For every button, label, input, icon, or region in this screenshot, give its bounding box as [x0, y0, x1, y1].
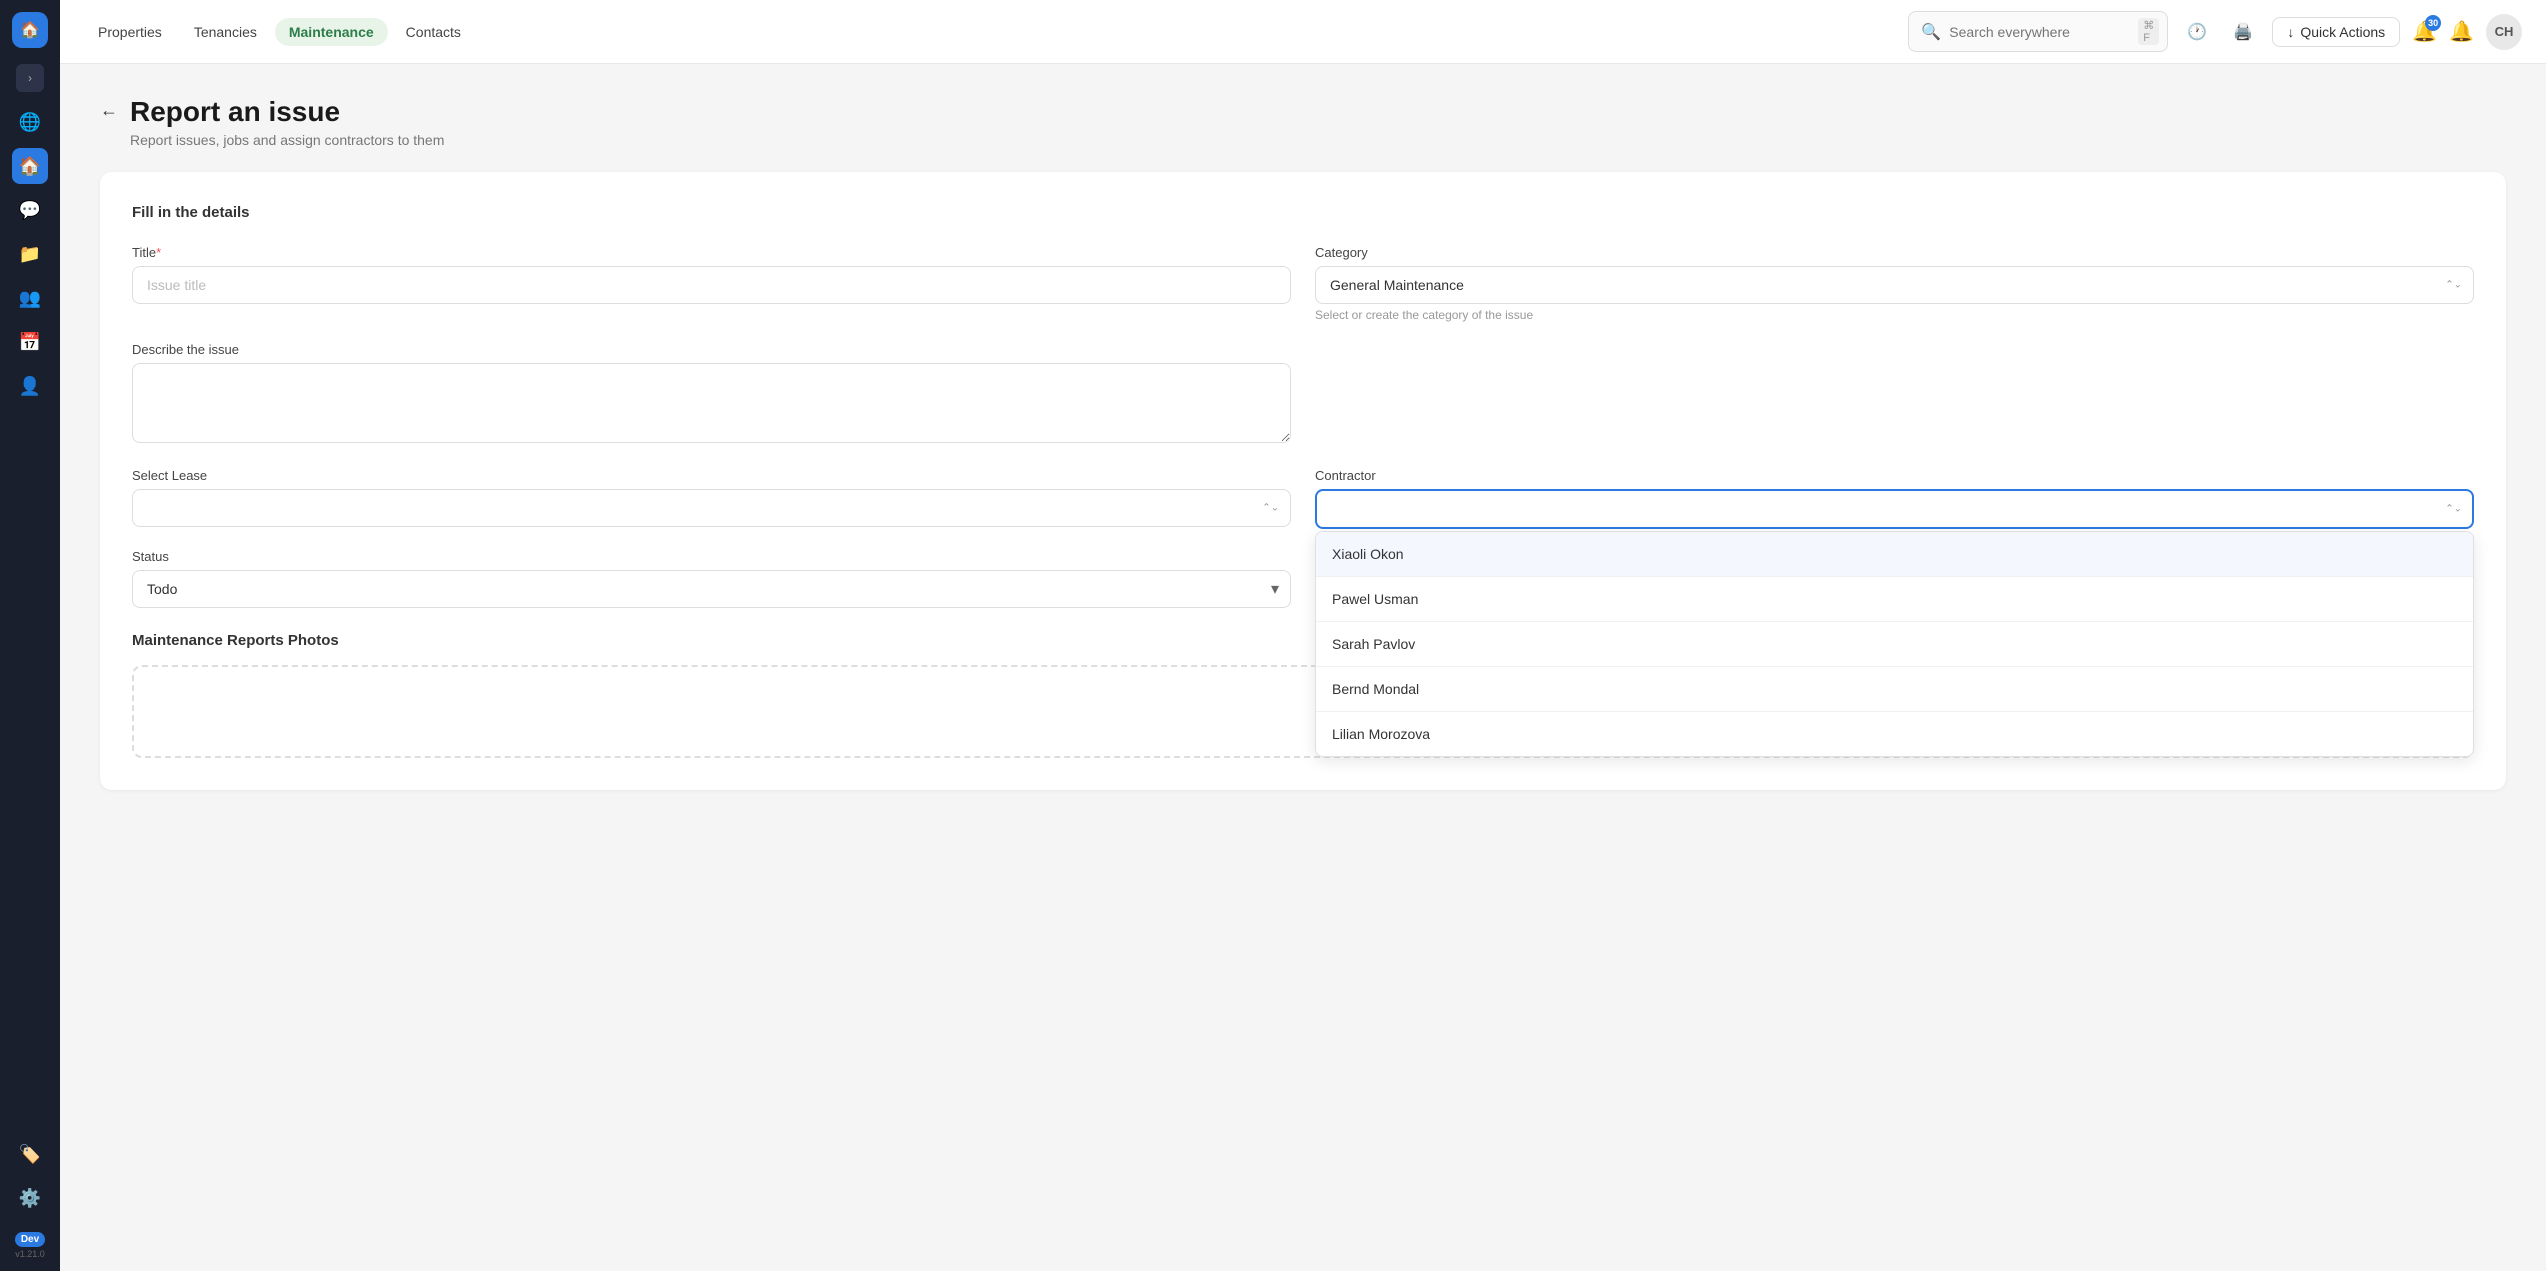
sidebar-item-chat[interactable]: 💬: [12, 192, 48, 228]
top-navigation: Properties Tenancies Maintenance Contact…: [60, 0, 2546, 64]
title-label: Title*: [132, 245, 1291, 260]
people-icon: 👥: [19, 288, 41, 309]
sidebar-toggle[interactable]: ›: [16, 64, 44, 92]
nav-tenancies[interactable]: Tenancies: [180, 18, 271, 46]
nav-contacts[interactable]: Contacts: [392, 18, 475, 46]
contractor-item-bernd[interactable]: Bernd Mondal: [1316, 667, 2473, 712]
describe-group: Describe the issue: [132, 342, 1291, 448]
contractor-input-wrap: [1315, 489, 2474, 529]
chat-icon: 💬: [19, 200, 41, 221]
contractor-input[interactable]: [1315, 489, 2474, 529]
lease-label: Select Lease: [132, 468, 1291, 483]
status-select[interactable]: Todo In Progress Done: [132, 570, 1291, 608]
status-select-wrap: Todo In Progress Done ▾: [132, 570, 1291, 608]
sidebar: 🏠 › 🌐 🏠 💬 📁 👥 📅 👤 🏷️ ⚙️ Dev v1.21.0: [0, 0, 60, 1271]
calendar-icon: 📅: [19, 332, 41, 353]
quick-actions-button[interactable]: ↓ Quick Actions: [2272, 17, 2400, 47]
message-button[interactable]: 🔔: [2449, 19, 2474, 44]
contractor-dropdown: Xiaoli Okon Pawel Usman Sarah Pavlov Ber…: [1315, 531, 2474, 757]
nav-maintenance[interactable]: Maintenance: [275, 18, 388, 46]
sidebar-item-person[interactable]: 👤: [12, 368, 48, 404]
category-label: Category: [1315, 245, 2474, 260]
contractor-list: Xiaoli Okon Pawel Usman Sarah Pavlov Ber…: [1316, 532, 2473, 756]
page-content: ← Report an issue Report issues, jobs an…: [60, 64, 2546, 1271]
tag-icon: 🏷️: [19, 1144, 41, 1165]
chevron-right-icon: ›: [28, 71, 32, 85]
search-icon: 🔍: [1921, 22, 1941, 42]
page-title: Report an issue: [130, 96, 444, 128]
lease-select-wrap: [132, 489, 1291, 527]
form-row-title-category: Title* Category General Maintenance Sele…: [132, 245, 2474, 322]
search-input[interactable]: [1949, 24, 2130, 40]
nav-properties[interactable]: Properties: [84, 18, 176, 46]
status-group: Status Todo In Progress Done ▾: [132, 549, 1291, 608]
quick-actions-label: Quick Actions: [2300, 24, 2385, 40]
message-icon: 🔔: [2449, 21, 2474, 43]
version-label: v1.21.0: [15, 1249, 45, 1259]
sidebar-item-globe[interactable]: 🌐: [12, 104, 48, 140]
dev-badge: Dev: [15, 1232, 45, 1247]
search-bar[interactable]: 🔍 ⌘ F: [1908, 11, 2168, 52]
folder-icon: 📁: [19, 244, 41, 265]
contractor-item-lilian[interactable]: Lilian Morozova: [1316, 712, 2473, 756]
page-subtitle: Report issues, jobs and assign contracto…: [130, 132, 444, 148]
notification-badge: 30: [2425, 15, 2441, 31]
home-icon: 🏠: [20, 20, 40, 40]
sidebar-item-settings[interactable]: ⚙️: [12, 1180, 48, 1216]
notification-button[interactable]: 🔔 30: [2412, 19, 2437, 44]
sidebar-item-calendar[interactable]: 📅: [12, 324, 48, 360]
sidebar-item-tag[interactable]: 🏷️: [12, 1136, 48, 1172]
describe-label: Describe the issue: [132, 342, 1291, 357]
contractor-item-sarah[interactable]: Sarah Pavlov: [1316, 622, 2473, 667]
form-row-describe: Describe the issue: [132, 342, 2474, 448]
form-section-title: Fill in the details: [132, 204, 2474, 221]
status-label: Status: [132, 549, 1291, 564]
settings-icon: ⚙️: [19, 1188, 41, 1209]
search-shortcut: ⌘ F: [2138, 18, 2159, 45]
sidebar-item-maintenance[interactable]: 🏠: [12, 148, 48, 184]
sidebar-item-folder[interactable]: 📁: [12, 236, 48, 272]
contractor-group: Contractor Xiaoli Okon Pawel Usman Sarah…: [1315, 468, 2474, 529]
history-icon[interactable]: 🕐: [2180, 15, 2214, 49]
lease-group: Select Lease: [132, 468, 1291, 527]
lease-select[interactable]: [132, 489, 1291, 527]
category-select[interactable]: General Maintenance: [1315, 266, 2474, 304]
category-group: Category General Maintenance Select or c…: [1315, 245, 2474, 322]
title-group: Title*: [132, 245, 1291, 322]
contractor-label: Contractor: [1315, 468, 2474, 483]
title-input[interactable]: [132, 266, 1291, 304]
download-icon: ↓: [2287, 24, 2294, 40]
maintenance-icon: 🏠: [19, 156, 41, 177]
contractor-item-xiaoli[interactable]: Xiaoli Okon: [1316, 532, 2473, 577]
globe-icon: 🌐: [19, 112, 41, 133]
nav-links: Properties Tenancies Maintenance Contact…: [84, 18, 1900, 46]
form-row-lease-contractor: Select Lease Contractor Xiaoli Okon: [132, 468, 2474, 529]
main-content: Properties Tenancies Maintenance Contact…: [60, 0, 2546, 1271]
page-header: ← Report an issue Report issues, jobs an…: [100, 96, 2506, 148]
back-button[interactable]: ←: [100, 100, 118, 121]
topnav-right: 🔍 ⌘ F 🕐 🖨️ ↓ Quick Actions 🔔 30 🔔 CH: [1908, 11, 2522, 52]
person-icon: 👤: [19, 376, 41, 397]
user-avatar[interactable]: CH: [2486, 14, 2522, 50]
category-select-wrap: General Maintenance: [1315, 266, 2474, 304]
sidebar-item-people[interactable]: 👥: [12, 280, 48, 316]
sidebar-logo[interactable]: 🏠: [12, 12, 48, 48]
form-card: Fill in the details Title* Category Gene…: [100, 172, 2506, 790]
describe-textarea[interactable]: [132, 363, 1291, 443]
contractor-item-pawel[interactable]: Pawel Usman: [1316, 577, 2473, 622]
category-hint: Select or create the category of the iss…: [1315, 308, 2474, 322]
print-icon[interactable]: 🖨️: [2226, 15, 2260, 49]
